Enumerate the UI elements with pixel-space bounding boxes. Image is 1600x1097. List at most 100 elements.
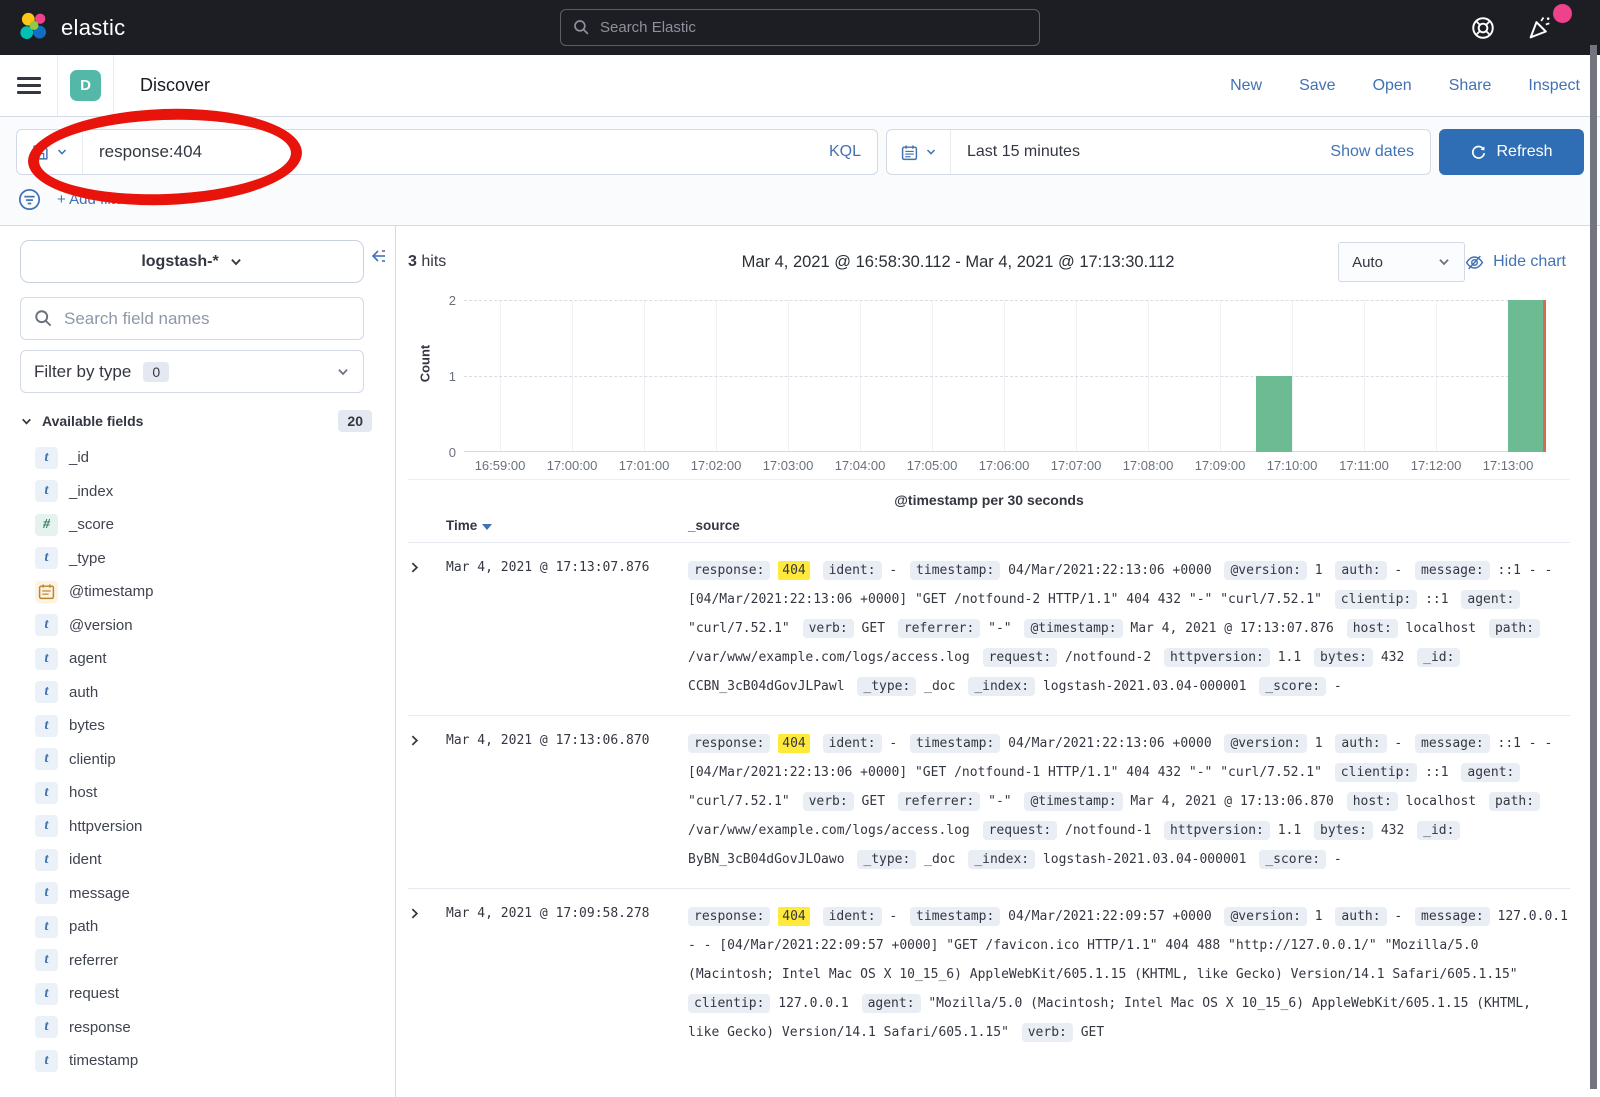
field-value: ::1 (1425, 765, 1448, 780)
text-type-icon: t (35, 882, 58, 904)
table-row: Mar 4, 2021 @ 17:13:07.876response: 404 … (408, 542, 1570, 715)
field-key: _type: (857, 850, 916, 869)
show-dates-button[interactable]: Show dates (1314, 143, 1430, 161)
filter-by-type-select[interactable]: Filter by type 0 (20, 350, 364, 393)
field-value-highlighted: 404 (778, 907, 809, 926)
field-value: localhost (1406, 794, 1476, 809)
expand-row-button[interactable] (408, 729, 446, 874)
field-key: auth: (1335, 734, 1386, 753)
hamburger-icon (17, 73, 41, 98)
time-range-value[interactable]: Last 15 minutes (951, 143, 1314, 161)
field-key: httpversion: (1164, 821, 1270, 840)
field-item-_id[interactable]: t_id (20, 441, 381, 475)
field-value: - (1394, 736, 1402, 751)
field-item-@timestamp[interactable]: @timestamp (20, 575, 381, 609)
notification-dot (1553, 4, 1572, 23)
saved-query-menu-button[interactable] (17, 130, 83, 174)
row-source: response: 404 ident: - timestamp: 04/Mar… (688, 729, 1570, 874)
histogram-chart: Count 16:59:0017:00:0017:01:0017:02:0017… (408, 294, 1570, 480)
field-item-_score[interactable]: #_score (20, 508, 381, 542)
search-icon (34, 309, 53, 328)
field-item-response[interactable]: tresponse (20, 1011, 381, 1045)
field-name: message (69, 885, 130, 902)
field-value: ByBN_3cB04dGovJLOawo (688, 852, 845, 867)
field-search-input[interactable]: Search field names (20, 297, 364, 340)
field-item-_type[interactable]: t_type (20, 542, 381, 576)
field-name: httpversion (69, 818, 142, 835)
field-key: path: (1489, 792, 1540, 811)
expand-row-button[interactable] (408, 556, 446, 701)
field-item-message[interactable]: t message (20, 877, 381, 911)
collapse-sidebar-button[interactable] (369, 248, 387, 264)
field-name: clientip (69, 751, 116, 768)
field-item-clientip[interactable]: t clientip (20, 743, 381, 777)
scrollbar[interactable] (1590, 45, 1597, 1089)
field-item-referrer[interactable]: treferrer (20, 944, 381, 978)
field-item-host[interactable]: thost (20, 776, 381, 810)
index-pattern-select[interactable]: logstash-* (20, 240, 364, 283)
main-menu-button[interactable] (0, 55, 58, 116)
refresh-label: Refresh (1496, 143, 1552, 161)
sort-desc-icon[interactable] (482, 524, 492, 530)
date-picker-calendar-button[interactable] (887, 130, 951, 174)
field-key: request: (983, 821, 1058, 840)
field-key: referrer: (898, 792, 980, 811)
help-icon[interactable] (1470, 15, 1496, 41)
time-column-header[interactable]: Time (446, 518, 477, 533)
y-tick-label: 1 (434, 369, 456, 384)
expand-row-button[interactable] (408, 902, 446, 1047)
new-button[interactable]: New (1230, 77, 1262, 95)
elastic-logo-icon (18, 11, 51, 44)
field-item-request[interactable]: trequest (20, 977, 381, 1011)
field-key: message: (1415, 561, 1490, 580)
field-value: "-" (988, 621, 1011, 636)
field-item-httpversion[interactable]: thttpversion (20, 810, 381, 844)
field-key: @version: (1224, 561, 1306, 580)
hits-count: 3 hits (408, 253, 578, 271)
histogram-bar[interactable] (1256, 376, 1292, 452)
field-key: timestamp: (910, 561, 1000, 580)
add-filter-button[interactable]: + Add filter (57, 191, 128, 208)
field-value: - (1334, 679, 1342, 694)
query-language-button[interactable]: KQL (813, 143, 877, 161)
row-source: response: 404 ident: - timestamp: 04/Mar… (688, 556, 1570, 701)
share-button[interactable]: Share (1449, 77, 1492, 95)
save-button[interactable]: Save (1299, 77, 1335, 95)
x-tick-label: 17:01:00 (619, 458, 670, 473)
global-search-placeholder: Search Elastic (600, 19, 696, 36)
newsfeed-icon[interactable] (1526, 14, 1554, 42)
histogram-bar[interactable] (1508, 300, 1544, 452)
field-item-ident[interactable]: tident (20, 843, 381, 877)
x-tick-label: 17:10:00 (1267, 458, 1318, 473)
filter-icon[interactable] (18, 188, 41, 211)
field-item-auth[interactable]: tauth (20, 676, 381, 710)
available-fields-toggle[interactable]: Available fields 20 (20, 410, 372, 432)
open-button[interactable]: Open (1373, 77, 1412, 95)
field-item-timestamp[interactable]: ttimestamp (20, 1044, 381, 1078)
field-key: _index: (968, 677, 1035, 696)
hide-chart-button[interactable]: Hide chart (1465, 253, 1570, 272)
row-source: response: 404 ident: - timestamp: 04/Mar… (688, 902, 1570, 1047)
query-input[interactable]: response:404 (83, 142, 813, 162)
x-tick-label: 17:00:00 (547, 458, 598, 473)
field-value: 04/Mar/2021:22:13:06 +0000 (1008, 563, 1212, 578)
text-type-icon: t (35, 748, 58, 770)
refresh-button[interactable]: Refresh (1439, 129, 1584, 175)
date-type-icon (35, 581, 58, 603)
discover-app-badge[interactable]: D (70, 70, 101, 101)
field-item-agent[interactable]: tagent (20, 642, 381, 676)
global-search-input[interactable]: Search Elastic (560, 9, 1040, 46)
field-item-bytes[interactable]: tbytes (20, 709, 381, 743)
hide-chart-label: Hide chart (1493, 253, 1566, 271)
field-item-@version[interactable]: t@version (20, 609, 381, 643)
inspect-button[interactable]: Inspect (1528, 77, 1580, 95)
saved-query-icon (32, 144, 49, 161)
elastic-logo[interactable]: elastic (18, 11, 125, 44)
field-name: bytes (69, 717, 105, 734)
field-item-_index[interactable]: t_index (20, 475, 381, 509)
field-item-path[interactable]: tpath (20, 910, 381, 944)
x-tick-label: 17:04:00 (835, 458, 886, 473)
histogram-interval-select[interactable]: Auto (1338, 242, 1465, 282)
field-value: - (889, 563, 897, 578)
chevron-down-icon (56, 146, 68, 158)
